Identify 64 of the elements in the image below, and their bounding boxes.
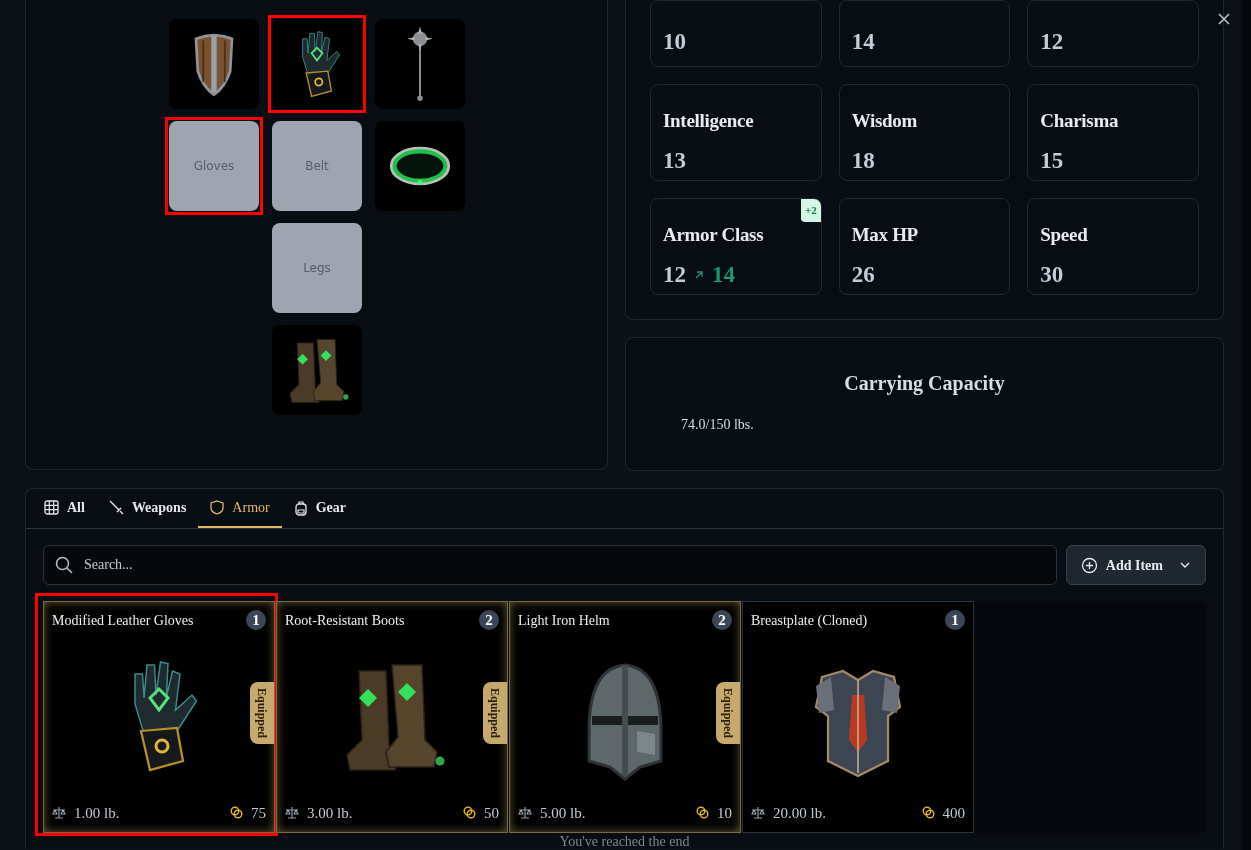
scale-icon [285,806,299,820]
tab[interactable]: All [32,489,97,528]
end-message: You've reached the end [558,834,691,849]
coins-icon [463,806,476,820]
tab[interactable]: Armor [198,489,282,528]
quantity-badge: 2 [712,610,732,630]
stat-value: 13 [663,146,686,175]
item-price: 10 [717,803,732,823]
quantity-badge: 1 [246,610,266,630]
item-weight: 3.00 lb. [307,803,353,823]
equipped-tag: Equipped [250,682,274,745]
shield-icon [210,500,225,515]
arrow-up-right-icon [694,269,704,280]
grid-icon [44,500,59,515]
item-price: 50 [484,803,499,823]
scale-icon [751,806,765,820]
item-price: 400 [942,803,965,823]
item-card[interactable]: Root-Resistant Boots 2 3.00 lb. 50 Equipped [276,601,508,833]
stat-value: 26 [851,260,875,289]
stat-value: 12 [663,260,686,289]
stat-label: Charisma [1040,109,1120,133]
coins-icon [230,806,243,820]
capacity-title: Carrying Capacity [843,371,1006,397]
item-name: Breastplate (Cloned) [751,612,868,630]
add-item-button[interactable]: Add Item [1065,545,1206,585]
item-name: Modified Leather Gloves [52,612,194,630]
equipped-tag: Equipped [716,682,740,745]
search-icon [55,556,73,574]
stat-label: Speed [1040,223,1089,247]
sword-icon [108,500,124,515]
tab[interactable]: Gear [281,489,358,528]
tab[interactable]: Weapons [96,489,199,528]
stat-value: 18 [851,146,875,175]
coins-icon [696,806,709,820]
stat-label: Armor Class [663,223,765,247]
stat-new-value: 14 [712,260,735,289]
item-name: Root-Resistant Boots [285,612,405,630]
quantity-badge: 2 [479,610,499,630]
bonus-badge: +2 [800,199,821,222]
stat-value: 14 [851,28,875,56]
quantity-badge: 1 [945,610,965,630]
item-card[interactable]: Modified Leather Gloves 1 1.00 lb. 75 Equipped [43,601,275,833]
stat-label: Intelligence [663,109,755,133]
stat-value: 15 [1040,146,1064,175]
capacity-reading: 74.0/150 lbs. [681,416,755,434]
plus-icon [1080,556,1098,574]
scale-icon [52,806,66,820]
coins-icon [921,806,935,820]
search-field[interactable]: Search... [43,545,1057,585]
item-name: Light Iron Helm [518,612,610,630]
stat-value: 30 [1040,260,1064,289]
item-card[interactable]: Breastplate (Cloned) 1 20.00 lb. 400 [742,601,974,833]
item-weight: 20.00 lb. [773,803,826,823]
item-weight: 1.00 lb. [74,803,120,823]
item-price: 75 [251,803,266,823]
stat-label: Max HP [851,223,919,247]
stat-label: Wisdom [851,109,919,133]
stat-value: 12 [1040,28,1064,56]
scale-icon [518,806,532,820]
item-card[interactable]: Light Iron Helm 2 5.00 lb. 10 Equipped [509,601,741,833]
item-weight: 5.00 lb. [540,803,586,823]
stat-value: 10 [663,28,686,56]
equipped-tag: Equipped [483,682,507,745]
backpack-icon [293,499,308,516]
